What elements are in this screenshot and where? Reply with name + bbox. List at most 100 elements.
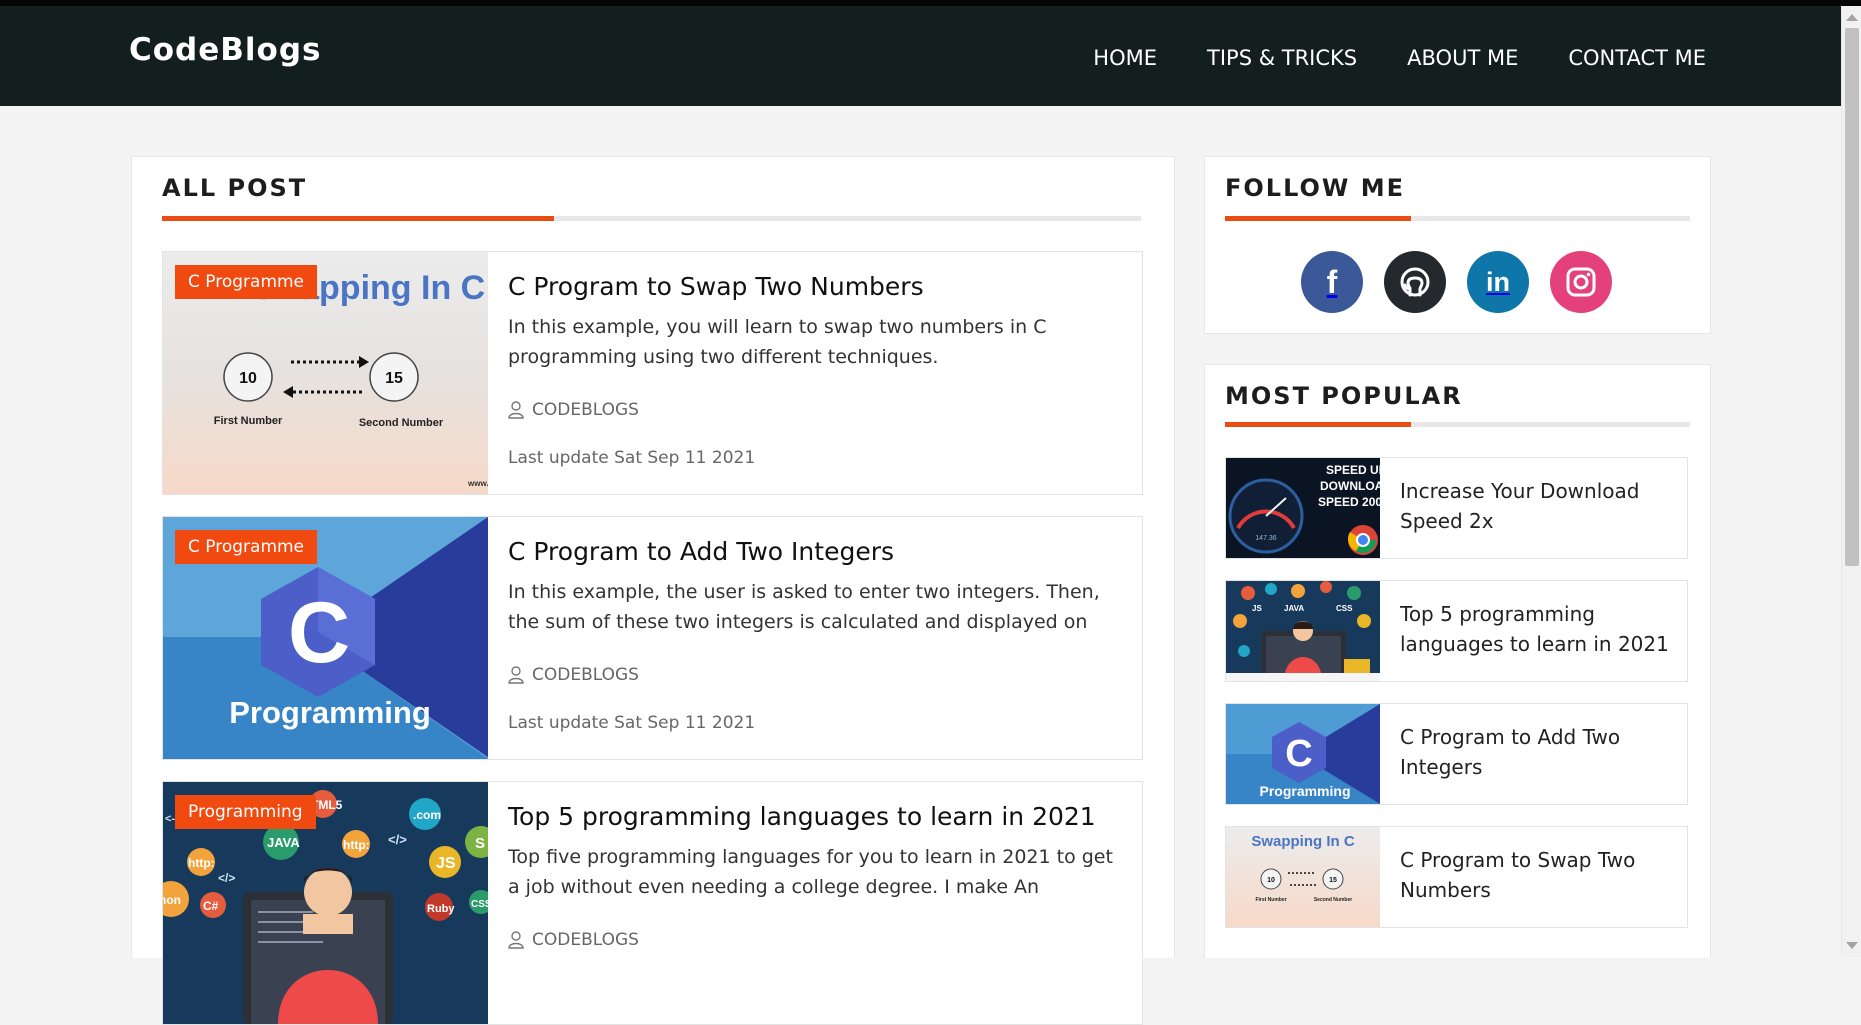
scroll-up-arrow-icon[interactable] bbox=[1846, 14, 1858, 21]
most-popular-panel: MOST POPULAR 147.36 SPEED UP DOWNLOA SPE… bbox=[1204, 364, 1711, 958]
post-updated-date: Last update Sat Sep 11 2021 bbox=[508, 713, 756, 733]
post-card[interactable]: C Programming C Programme C Program to A… bbox=[162, 516, 1143, 760]
thumb-second-value: 15 bbox=[1329, 877, 1337, 884]
nav-contact-me[interactable]: CONTACT ME bbox=[1568, 46, 1706, 70]
author-name: CODEBLOGS bbox=[532, 665, 639, 685]
thumb-tag: .com bbox=[413, 808, 441, 822]
page-scrollbar[interactable] bbox=[1841, 6, 1861, 957]
thumb-line: DOWNLOA bbox=[1320, 479, 1380, 493]
popular-title[interactable]: Top 5 programming languages to learn in … bbox=[1400, 599, 1670, 659]
scroll-down-arrow-icon[interactable] bbox=[1846, 942, 1858, 949]
thumb-c-letter: C bbox=[1285, 733, 1312, 775]
all-posts-panel: ALL POST Swapping In C 10 15 First Numbe… bbox=[131, 156, 1175, 1025]
thumb-tag: S bbox=[475, 835, 485, 852]
thumb-tag: </> bbox=[388, 832, 407, 847]
post-title[interactable]: C Program to Swap Two Numbers bbox=[508, 272, 924, 301]
site-header: CodeBlogs HOME TIPS & TRICKS ABOUT ME CO… bbox=[0, 6, 1841, 106]
heading-underline bbox=[1225, 216, 1690, 221]
heading-underline-accent bbox=[1225, 422, 1411, 427]
category-badge[interactable]: C Programme bbox=[175, 265, 318, 299]
thumb-tag: CSS bbox=[1336, 604, 1353, 613]
thumb-first-label: First Number bbox=[1255, 897, 1286, 903]
thumb-tag: JS bbox=[436, 855, 456, 872]
popular-title[interactable]: Increase Your Download Speed 2x bbox=[1400, 476, 1670, 536]
thumb-second-label: Second Number bbox=[359, 417, 444, 429]
heading-underline-accent bbox=[162, 216, 554, 221]
thumb-tag: TML5 bbox=[311, 798, 343, 812]
thumb-footer: www. bbox=[467, 479, 488, 488]
thumb-caption: Programming bbox=[1259, 783, 1350, 799]
linkedin-link[interactable]: in bbox=[1467, 251, 1529, 313]
github-link[interactable] bbox=[1384, 251, 1446, 313]
most-popular-heading: MOST POPULAR bbox=[1225, 382, 1463, 410]
thumb-tag: JAVA bbox=[267, 835, 300, 850]
thumb-line: SPEED 200 bbox=[1318, 495, 1380, 509]
post-author[interactable]: CODEBLOGS bbox=[508, 400, 639, 420]
thumb-tag: CSS3 bbox=[471, 899, 488, 910]
follow-me-heading: FOLLOW ME bbox=[1225, 174, 1406, 202]
thumb-tag: http: bbox=[343, 838, 370, 852]
thumb-second-value: 15 bbox=[385, 370, 403, 387]
thumb-c-letter: C bbox=[288, 585, 350, 681]
nav-about-me[interactable]: ABOUT ME bbox=[1407, 46, 1518, 70]
instagram-link[interactable] bbox=[1550, 251, 1612, 313]
post-title[interactable]: Top 5 programming languages to learn in … bbox=[508, 802, 1096, 831]
category-badge[interactable]: Programming bbox=[175, 795, 316, 829]
thumb-first-value: 10 bbox=[239, 370, 257, 387]
thumb-gauge: 147.36 bbox=[1255, 535, 1277, 542]
popular-item[interactable]: JAVA CSS JS Top 5 programming languages … bbox=[1225, 580, 1688, 682]
thumb-heading: Swapping In C bbox=[1251, 833, 1354, 850]
post-author[interactable]: CODEBLOGS bbox=[508, 665, 639, 685]
post-author[interactable]: CODEBLOGS bbox=[508, 930, 639, 950]
linkedin-icon: in bbox=[1486, 266, 1510, 297]
post-excerpt: In this example, you will learn to swap … bbox=[508, 316, 1047, 368]
post-excerpt: Top five programming languages for you t… bbox=[508, 846, 1113, 898]
facebook-link[interactable]: f bbox=[1301, 251, 1363, 313]
github-icon bbox=[1400, 267, 1430, 297]
thumb-first-label: First Number bbox=[214, 415, 283, 427]
user-icon bbox=[508, 666, 524, 684]
social-links: f in bbox=[1301, 251, 1612, 313]
popular-item[interactable]: C Programming C Program to Add Two Integ… bbox=[1225, 703, 1688, 805]
post-title[interactable]: C Program to Add Two Integers bbox=[508, 537, 894, 566]
thumb-tag: Ruby bbox=[427, 903, 455, 915]
thumb-tag: http: bbox=[188, 856, 215, 870]
popular-thumbnail-languages[interactable]: JAVA CSS JS bbox=[1226, 581, 1380, 681]
popular-thumbnail-speed[interactable]: 147.36 SPEED UP DOWNLOA SPEED 200 bbox=[1226, 458, 1380, 558]
heading-underline bbox=[1225, 422, 1690, 427]
thumb-tag: C# bbox=[203, 899, 219, 913]
popular-title[interactable]: C Program to Add Two Integers bbox=[1400, 722, 1670, 782]
all-posts-heading: ALL POST bbox=[162, 174, 308, 202]
thumb-tag: JS bbox=[1252, 604, 1262, 613]
popular-title[interactable]: C Program to Swap Two Numbers bbox=[1400, 845, 1670, 905]
thumb-tag: </> bbox=[218, 871, 235, 885]
site-logo[interactable]: CodeBlogs bbox=[129, 32, 321, 68]
heading-underline-accent bbox=[1225, 216, 1411, 221]
thumb-caption: Programming bbox=[229, 695, 431, 730]
popular-thumbnail-c-programming[interactable]: C Programming bbox=[1226, 704, 1380, 804]
user-icon bbox=[508, 401, 524, 419]
nav-tips-tricks[interactable]: TIPS & TRICKS bbox=[1207, 46, 1357, 70]
author-name: CODEBLOGS bbox=[532, 400, 639, 420]
follow-me-panel: FOLLOW ME f in bbox=[1204, 156, 1711, 334]
user-icon bbox=[508, 931, 524, 949]
facebook-icon: f bbox=[1326, 263, 1338, 300]
post-card[interactable]: Swapping In C 10 15 First Number Second … bbox=[162, 251, 1143, 495]
popular-item[interactable]: Swapping In C 10 15 First Number Second … bbox=[1225, 826, 1688, 928]
author-name: CODEBLOGS bbox=[532, 930, 639, 950]
instagram-icon bbox=[1566, 267, 1596, 297]
scrollbar-thumb[interactable] bbox=[1845, 28, 1859, 566]
thumb-second-label: Second Number bbox=[1314, 897, 1352, 903]
popular-thumbnail-swap[interactable]: Swapping In C 10 15 First Number Second … bbox=[1226, 827, 1380, 927]
post-card[interactable]: TML5 .com JAVA http: http: JS thon C# bbox=[162, 781, 1143, 1025]
thumb-line: SPEED UP bbox=[1326, 463, 1380, 477]
main-nav: HOME TIPS & TRICKS ABOUT ME CONTACT ME bbox=[1093, 46, 1706, 70]
thumb-first-value: 10 bbox=[1267, 877, 1275, 884]
thumb-tag: thon bbox=[163, 893, 181, 907]
heading-underline bbox=[162, 216, 1141, 221]
post-excerpt: In this example, the user is asked to en… bbox=[508, 581, 1100, 633]
category-badge[interactable]: C Programme bbox=[175, 530, 318, 564]
post-updated-date: Last update Sat Sep 11 2021 bbox=[508, 448, 756, 468]
nav-home[interactable]: HOME bbox=[1093, 46, 1157, 70]
popular-item[interactable]: 147.36 SPEED UP DOWNLOA SPEED 200 Increa… bbox=[1225, 457, 1688, 559]
